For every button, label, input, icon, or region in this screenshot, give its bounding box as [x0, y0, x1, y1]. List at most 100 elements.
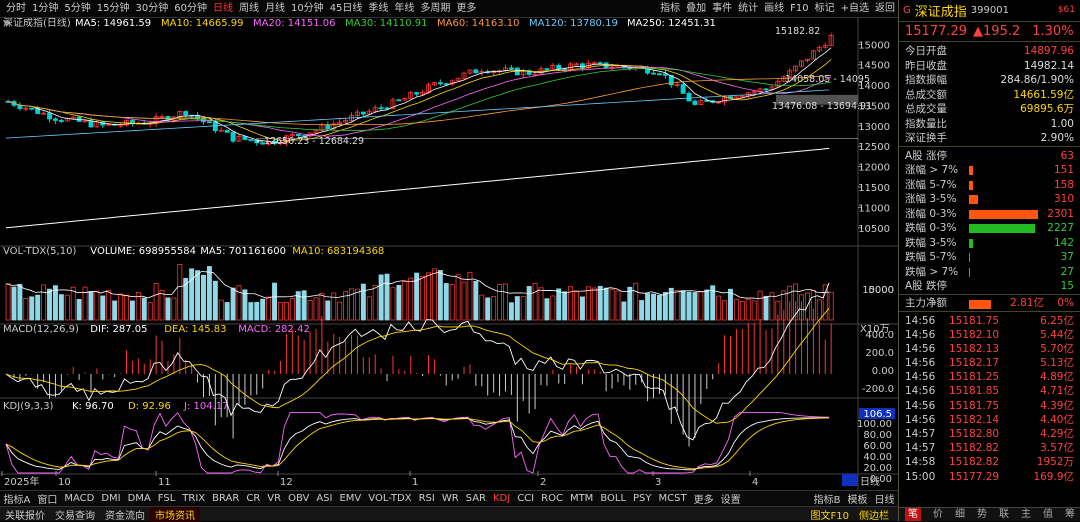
- indicator-tab[interactable]: TRIX: [179, 493, 209, 504]
- breadth-label: A股 跌停: [905, 280, 948, 292]
- side-tab[interactable]: 联: [999, 508, 1009, 521]
- toolbar-button[interactable]: F10: [787, 0, 811, 18]
- indicator-tab[interactable]: RSI: [415, 493, 438, 504]
- volume-bar: [206, 266, 212, 321]
- toolbar-button[interactable]: 统计: [735, 0, 761, 18]
- period-tab[interactable]: 10分钟: [288, 0, 327, 18]
- ma5-line: [7, 47, 832, 144]
- status-tab[interactable]: 市场资讯: [150, 506, 200, 522]
- toolbar-button[interactable]: +自选: [838, 0, 872, 18]
- group-icon[interactable]: G: [903, 5, 911, 16]
- period-tab[interactable]: 5分钟: [61, 0, 93, 18]
- breadth-bar: [969, 267, 971, 277]
- volume-bar: [47, 288, 52, 321]
- macd-axis-label: 0.00: [872, 366, 894, 377]
- tick-time: 14:58: [905, 456, 936, 469]
- period-tab[interactable]: 周线: [236, 0, 262, 18]
- tick-price: 15181.75: [949, 314, 1000, 327]
- kdj-axis-label: 40.00: [863, 452, 892, 463]
- period-tab[interactable]: 多周期: [417, 0, 453, 18]
- toolbar-button[interactable]: 事件: [709, 0, 735, 18]
- status-right-button[interactable]: 侧边栏: [854, 507, 894, 522]
- side-tab[interactable]: 势: [977, 508, 987, 521]
- indicator-tab[interactable]: ROC: [538, 493, 567, 504]
- tick-list[interactable]: 14:56 15181.75 6.25亿 14:56 15182.10 5.44亿 14:5…: [899, 310, 1080, 484]
- period-tab[interactable]: 季线: [365, 0, 391, 18]
- breadth-bar: [969, 195, 979, 204]
- side-tab[interactable]: 笔: [905, 508, 921, 521]
- indicator-tab-right[interactable]: 指标B: [810, 491, 844, 506]
- tick-time: 15:00: [905, 470, 936, 483]
- breadth-label: 涨幅 5-7%: [905, 178, 957, 191]
- side-tab[interactable]: 细: [955, 508, 965, 521]
- tick-time: 14:56: [905, 342, 936, 355]
- toolbar-button[interactable]: 叠加: [683, 0, 709, 18]
- toolbar-button[interactable]: 返回: [872, 0, 898, 18]
- indicator-tab[interactable]: 窗口: [34, 491, 61, 506]
- volume-bar: [52, 285, 58, 321]
- volume-bar: [402, 281, 408, 321]
- side-tab[interactable]: 价: [933, 508, 943, 521]
- indicator-tab-right[interactable]: 日线: [871, 491, 898, 506]
- period-tab[interactable]: 更多: [453, 0, 479, 18]
- indicator-tab[interactable]: BRAR: [209, 493, 243, 504]
- legend-title: 深证成指(日线): [3, 18, 71, 29]
- period-tab[interactable]: 45日线: [327, 0, 366, 18]
- indicator-tab[interactable]: 更多: [690, 491, 717, 506]
- period-tab[interactable]: 30分钟: [132, 0, 171, 18]
- side-tab[interactable]: 值: [1043, 508, 1053, 521]
- indicator-tab[interactable]: CCI: [514, 493, 538, 504]
- macd-axis-label: 200.0: [865, 348, 894, 359]
- indicator-tab[interactable]: MTM: [566, 493, 596, 504]
- tick-amount: 4.71亿: [1040, 385, 1074, 398]
- indicator-tab[interactable]: 设置: [717, 491, 744, 506]
- tick-amount: 5.70亿: [1040, 342, 1074, 355]
- period-tab[interactable]: 年线: [391, 0, 417, 18]
- indicator-tab[interactable]: EMV: [336, 493, 365, 504]
- kline-chart[interactable]: ▼深证成指(日线) MA5: 14961.59 MA10: 14665.99 MA20…: [0, 18, 898, 490]
- candle-body: [325, 124, 331, 130]
- status-right-button[interactable]: 图文F10: [806, 507, 854, 522]
- period-tab[interactable]: 15分钟: [94, 0, 133, 18]
- toolbar-button[interactable]: 画线: [761, 0, 787, 18]
- indicator-tab[interactable]: DMI: [98, 493, 124, 504]
- status-tab[interactable]: 资金流向: [100, 507, 150, 522]
- indicator-tab[interactable]: BOLL: [597, 493, 630, 504]
- badge[interactable]: $61: [1058, 5, 1075, 15]
- indicator-tab[interactable]: VOL-TDX: [365, 493, 415, 504]
- tick-price: 15182.17: [949, 357, 1000, 370]
- indicator-tab[interactable]: DMA: [124, 493, 154, 504]
- indicator-tab[interactable]: 指标A: [0, 491, 34, 506]
- toolbar-button[interactable]: 指标: [657, 0, 683, 18]
- tick-price: 15182.10: [949, 328, 1000, 341]
- indicator-tab[interactable]: PSY: [630, 493, 656, 504]
- period-tab[interactable]: 分时: [3, 0, 29, 18]
- indicator-tab[interactable]: CR: [243, 493, 264, 504]
- toolbar-button[interactable]: 标记: [812, 0, 838, 18]
- side-tab[interactable]: 筹: [1065, 508, 1075, 521]
- period-tab[interactable]: 月线: [262, 0, 288, 18]
- volume-bar: [633, 282, 639, 321]
- stat-value: 1.00: [1050, 117, 1074, 130]
- candle-body: [443, 83, 449, 86]
- indicator-tab[interactable]: ASI: [313, 493, 336, 504]
- indicator-tab[interactable]: MCST: [655, 493, 690, 504]
- side-tab[interactable]: 主: [1021, 508, 1031, 521]
- period-tab[interactable]: 日线: [210, 0, 236, 18]
- indicator-tab[interactable]: WR: [438, 493, 462, 504]
- indicator-tab[interactable]: MACD: [61, 493, 98, 504]
- indicator-tab[interactable]: SAR: [462, 493, 489, 504]
- indicator-tab-right[interactable]: 模板: [844, 491, 871, 506]
- period-tab[interactable]: 60分钟: [171, 0, 210, 18]
- status-tab[interactable]: 关联报价: [0, 507, 50, 522]
- period-tab[interactable]: 1分钟: [29, 0, 61, 18]
- indicator-tab[interactable]: OBV: [285, 493, 313, 504]
- legend-item: D: 92.96: [128, 401, 171, 412]
- indicator-tab[interactable]: VR: [264, 493, 285, 504]
- volume-bar: [408, 277, 414, 321]
- scroll-button[interactable]: [842, 474, 858, 486]
- breadth-bar: [969, 238, 973, 248]
- indicator-tab[interactable]: KDJ: [489, 493, 513, 504]
- status-tab[interactable]: 交易查询: [50, 507, 100, 522]
- indicator-tab[interactable]: FSL: [154, 493, 179, 504]
